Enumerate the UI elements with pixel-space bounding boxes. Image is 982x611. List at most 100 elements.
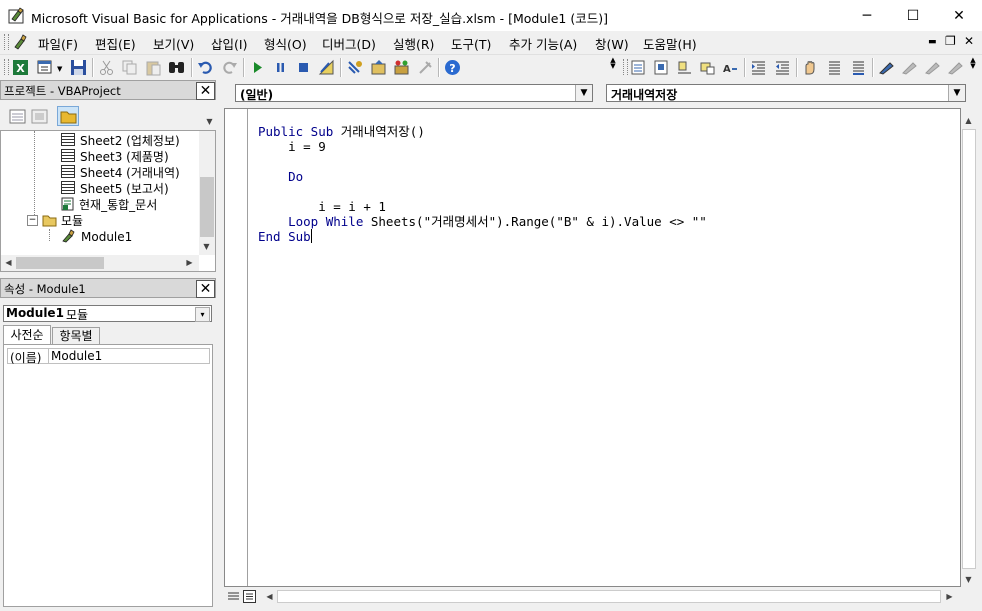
previous-bookmark-icon[interactable]	[924, 59, 941, 76]
pane-splitter[interactable]	[216, 80, 224, 611]
paste-icon[interactable]	[145, 59, 162, 76]
menu-edit[interactable]: 편집(E)	[95, 34, 136, 53]
object-combo[interactable]: (일반) ▼	[235, 84, 593, 102]
tree-collapse-toggle[interactable]: −	[27, 215, 38, 226]
comment-block-icon[interactable]	[826, 59, 843, 76]
tab-alphabetic[interactable]: 사전순	[3, 325, 51, 344]
code-line[interactable]: Do	[258, 169, 707, 184]
code-line[interactable]	[258, 184, 707, 199]
toggle-bookmark-icon[interactable]	[878, 59, 895, 76]
tree-item-sheet5[interactable]: Sheet5 (보고서)	[61, 181, 169, 197]
menu-format[interactable]: 형식(O)	[264, 34, 307, 53]
code-line[interactable]: i = 9	[258, 139, 707, 154]
menu-grip-handle[interactable]	[4, 34, 9, 50]
vba-app-icon[interactable]	[8, 7, 26, 25]
list-constants-icon[interactable]	[653, 59, 670, 76]
find-icon[interactable]	[168, 59, 185, 76]
next-bookmark-icon[interactable]	[901, 59, 918, 76]
procedure-view-icon[interactable]	[227, 590, 240, 603]
project-tree-vscrollbar[interactable]: ▼	[199, 131, 215, 255]
save-icon[interactable]	[70, 59, 87, 76]
scroll-up-button[interactable]: ▲	[961, 113, 976, 128]
chevron-down-icon[interactable]: ▼	[575, 85, 592, 101]
property-row[interactable]: (이름) Module1	[7, 348, 210, 365]
view-excel-icon[interactable]: X	[12, 59, 29, 76]
complete-word-icon[interactable]: A	[722, 59, 739, 76]
scroll-thumb[interactable]	[200, 177, 214, 237]
code-line[interactable]	[258, 154, 707, 169]
outdent-icon[interactable]	[774, 59, 791, 76]
toolbox-icon[interactable]	[417, 59, 434, 76]
menu-run[interactable]: 실행(R)	[393, 34, 434, 53]
menu-insert[interactable]: 삽입(I)	[211, 34, 247, 53]
project-explorer-icon[interactable]	[346, 59, 363, 76]
menu-window[interactable]: 창(W)	[595, 34, 629, 53]
object-browser-icon[interactable]	[393, 59, 410, 76]
tree-item-sheet3[interactable]: Sheet3 (제품명)	[61, 149, 169, 165]
toggle-breakpoint-icon[interactable]	[802, 59, 819, 76]
tree-item-sheet2[interactable]: Sheet2 (업체정보)	[61, 133, 180, 149]
cut-icon[interactable]	[98, 59, 115, 76]
mdi-restore-button[interactable]: ❐	[945, 34, 956, 48]
toggle-folders-button[interactable]	[57, 106, 79, 126]
menu-addins[interactable]: 추가 기능(A)	[509, 34, 577, 53]
code-line[interactable]: Loop While Sheets("거래명세서").Range("B" & i…	[258, 214, 707, 229]
undo-icon[interactable]	[197, 59, 214, 76]
minimize-button[interactable]: ─	[844, 0, 890, 31]
scroll-thumb[interactable]	[962, 129, 976, 569]
scroll-right-button[interactable]: ▶	[182, 255, 197, 270]
scroll-left-button[interactable]: ◀	[262, 589, 277, 604]
object-select[interactable]: Module1 모듈 ▾	[3, 305, 212, 322]
scroll-down-button[interactable]: ▼	[961, 572, 976, 587]
vba-menu-icon[interactable]	[12, 33, 30, 51]
parameter-info-icon[interactable]	[699, 59, 716, 76]
indent-icon[interactable]	[750, 59, 767, 76]
scroll-down-button[interactable]: ▼	[199, 239, 214, 254]
scroll-left-button[interactable]: ◀	[1, 255, 16, 270]
copy-icon[interactable]	[121, 59, 138, 76]
chevron-down-icon[interactable]: ▼	[948, 85, 965, 101]
tree-item-sheet4[interactable]: Sheet4 (거래내역)	[61, 165, 180, 181]
scroll-right-button[interactable]: ▶	[942, 589, 957, 604]
code-line[interactable]: End Sub	[258, 229, 707, 244]
reset-icon[interactable]	[295, 59, 312, 76]
code-line[interactable]: Public Sub 거래내역저장()	[258, 124, 707, 139]
close-button[interactable]: ✕	[936, 0, 982, 31]
menu-help[interactable]: 도움말(H)	[643, 34, 697, 53]
help-icon[interactable]: ?	[444, 59, 461, 76]
mdi-close-button[interactable]: ✕	[964, 34, 974, 48]
tree-item-module1[interactable]: Module1	[61, 229, 132, 245]
project-pane-close-button[interactable]: ✕	[196, 82, 215, 100]
menu-file[interactable]: 파일(F)	[38, 34, 78, 53]
scroll-thumb[interactable]	[16, 257, 104, 269]
edit-toolbar-grip-handle[interactable]	[623, 59, 628, 75]
tab-categorized[interactable]: 항목별	[52, 327, 100, 344]
code-text[interactable]: Public Sub 거래내역저장() i = 9 Do i = i + 1 L…	[258, 124, 707, 244]
clear-bookmarks-icon[interactable]	[947, 59, 964, 76]
menu-view[interactable]: 보기(V)	[153, 34, 194, 53]
quick-info-icon[interactable]	[676, 59, 693, 76]
view-object-icon[interactable]	[31, 108, 48, 125]
code-editor[interactable]: Public Sub 거래내역저장() i = 9 Do i = i + 1 L…	[224, 108, 961, 587]
project-toolbar-scroll-down-button[interactable]: ▼	[202, 114, 217, 128]
toolbar-grip-handle[interactable]	[4, 59, 9, 75]
break-icon[interactable]	[272, 59, 289, 76]
list-properties-icon[interactable]	[630, 59, 647, 76]
menu-debug[interactable]: 디버그(D)	[322, 34, 376, 53]
full-module-view-icon[interactable]	[243, 590, 256, 603]
code-vscrollbar[interactable]: ▲ ▼	[961, 113, 977, 587]
code-hscrollbar-track[interactable]	[277, 590, 941, 603]
view-code-icon[interactable]	[9, 108, 26, 125]
tree-item-modules-folder[interactable]: 모듈	[42, 213, 83, 229]
properties-window-icon[interactable]	[370, 59, 387, 76]
mdi-minimize-button[interactable]: ▬	[928, 37, 937, 47]
properties-pane-close-button[interactable]: ✕	[196, 280, 215, 298]
insert-module-icon[interactable]	[37, 59, 54, 76]
toolbar-overflow-button[interactable]: ▲ ▼	[608, 57, 618, 77]
procedure-combo[interactable]: 거래내역저장 ▼	[606, 84, 966, 102]
project-tree-hscrollbar[interactable]: ◀ ▶	[1, 255, 199, 271]
edit-toolbar-overflow-button[interactable]: ▲ ▼	[968, 57, 978, 77]
design-mode-icon[interactable]	[318, 59, 335, 76]
margin-indicator-bar[interactable]	[225, 109, 248, 586]
maximize-button[interactable]: ☐	[890, 0, 936, 31]
